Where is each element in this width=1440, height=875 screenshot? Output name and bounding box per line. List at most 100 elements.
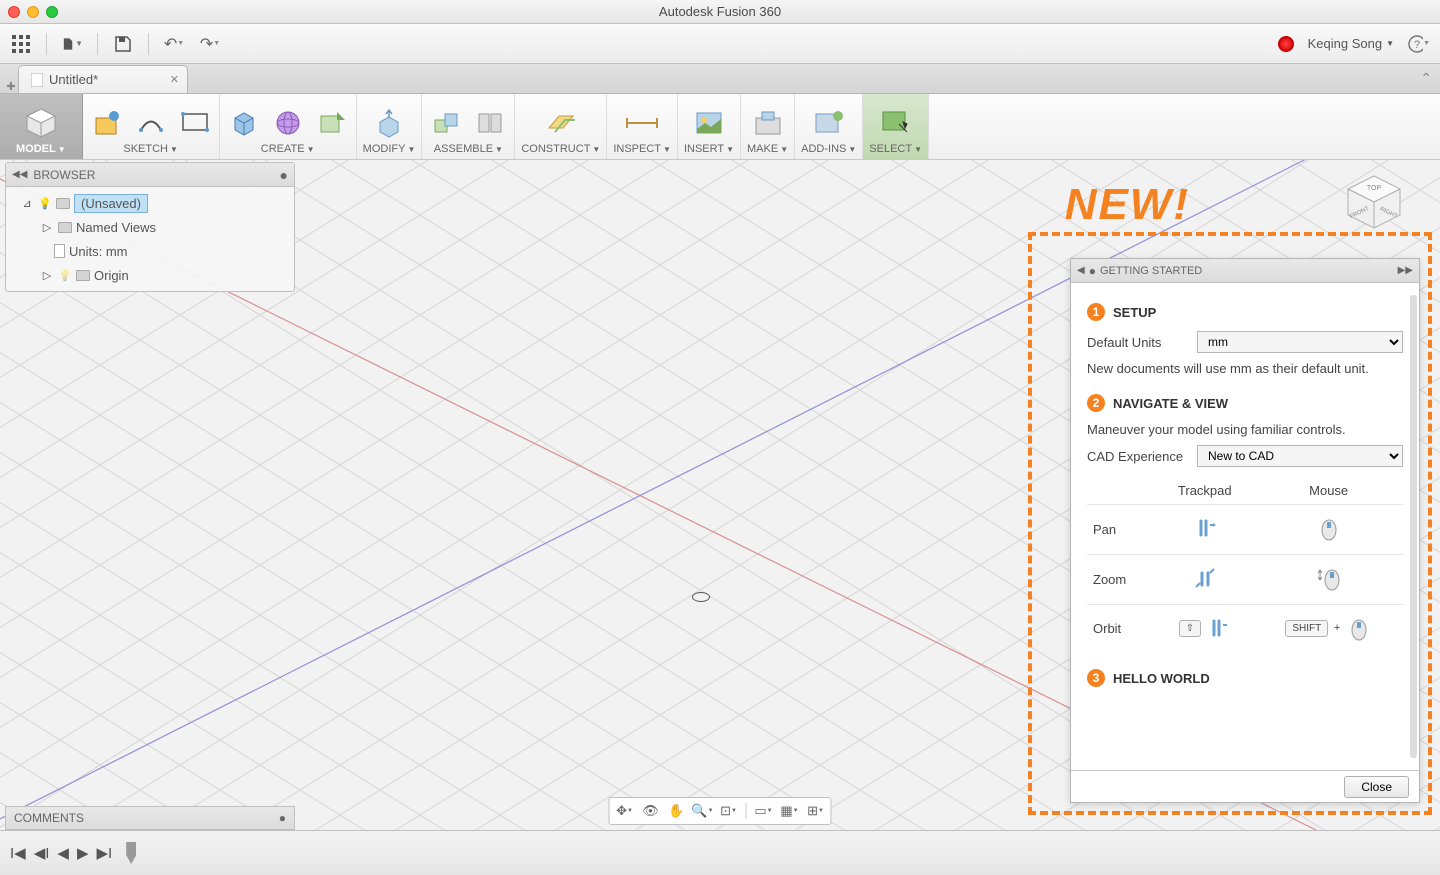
close-button[interactable]: Close [1344, 776, 1409, 798]
minimize-window-button[interactable] [27, 6, 39, 18]
visibility-bulb-icon[interactable]: 💡 [58, 268, 72, 282]
undo-icon[interactable]: ↶▼ [163, 33, 185, 55]
expand-caret-icon[interactable]: ▷ [40, 268, 54, 282]
svg-text:?: ? [1414, 39, 1420, 51]
trackpad-orbit-icon [1205, 615, 1231, 641]
model-cube-icon [21, 105, 61, 141]
comments-panel-header[interactable]: COMMENTS ● [5, 806, 295, 830]
getting-started-panel: ◀ ● GETTING STARTED ▶▶ 1 SETUP Default U… [1070, 258, 1420, 803]
record-button[interactable] [1278, 36, 1294, 52]
collapse-caret-icon[interactable]: ⊿ [20, 196, 34, 210]
svg-text:TOP: TOP [1367, 185, 1382, 192]
user-name-label: Keqing Song [1308, 36, 1382, 51]
collapse-icon[interactable]: ◀◀ [12, 169, 27, 180]
modify-pressPull-icon[interactable] [371, 105, 407, 141]
addins-scripts-icon[interactable] [811, 105, 847, 141]
col-trackpad: Trackpad [1155, 477, 1254, 505]
getting-started-header[interactable]: ◀ ● GETTING STARTED ▶▶ [1071, 259, 1419, 283]
sketch-create-icon[interactable] [89, 105, 125, 141]
browser-title: BROWSER [33, 168, 279, 182]
ribbon-label-sketch[interactable]: SKETCH▼ [123, 143, 178, 157]
maximize-window-button[interactable] [46, 6, 58, 18]
visibility-bulb-icon[interactable]: 💡 [38, 196, 52, 210]
step-badge-3: 3 [1087, 669, 1105, 687]
sketch-rect-icon[interactable] [177, 105, 213, 141]
select-icon[interactable] [878, 105, 914, 141]
row-pan-label: Pan [1087, 505, 1155, 555]
sketch-spline-icon[interactable] [133, 105, 169, 141]
viewport-layout-icon[interactable]: ⊞▼ [804, 801, 828, 821]
viewcube[interactable]: TOP FRONT RIGHT [1338, 170, 1410, 242]
grid-settings-icon[interactable]: ▦▼ [778, 801, 802, 821]
fit-icon[interactable]: ⊡▼ [717, 801, 741, 821]
timeline-marker[interactable] [126, 842, 136, 864]
ribbon-label-addins[interactable]: ADD-INS▼ [801, 143, 856, 157]
browser-options-icon[interactable]: ● [280, 167, 288, 183]
create-box-icon[interactable] [226, 105, 262, 141]
col-mouse: Mouse [1254, 477, 1403, 505]
redo-icon[interactable]: ↷▼ [199, 33, 221, 55]
expand-panel-icon[interactable]: ⌃ [1420, 70, 1432, 87]
ribbon-label-create[interactable]: CREATE▼ [261, 143, 315, 157]
create-sphere-icon[interactable] [270, 105, 306, 141]
user-menu[interactable]: Keqing Song ▼ [1308, 36, 1394, 51]
ribbon-label-make[interactable]: MAKE▼ [747, 143, 788, 157]
ribbon-label-modify[interactable]: MODIFY▼ [363, 143, 416, 157]
folder-icon [76, 270, 90, 281]
mouse-orbit-icon [1346, 615, 1372, 641]
help-icon[interactable]: ?▼ [1408, 33, 1430, 55]
tree-item-named-views[interactable]: ▷ Named Views [6, 215, 294, 239]
add-comment-icon[interactable]: ● [279, 811, 286, 825]
orbit-icon[interactable]: ✥▼ [613, 801, 637, 821]
construct-plane-icon[interactable] [543, 105, 579, 141]
collapse-icon[interactable]: ◀ [1077, 265, 1085, 276]
close-tab-icon[interactable]: ✕ [170, 73, 179, 86]
ribbon-toolbar: MODEL▼ SKETCH▼ CREATE▼ MODIFY▼ ASSEMBLE▼ [0, 94, 1440, 160]
timeline-end-icon[interactable]: ▶I [97, 844, 113, 862]
workspace-switcher[interactable]: MODEL▼ [0, 94, 83, 159]
timeline-play-back-icon[interactable]: ◀ [57, 844, 69, 862]
create-derive-icon[interactable] [314, 105, 350, 141]
assemble-contact-icon[interactable] [472, 105, 508, 141]
tree-item-origin[interactable]: ▷ 💡 Origin [6, 263, 294, 287]
new-callout-label: NEW! [1065, 180, 1190, 230]
close-window-button[interactable] [8, 6, 20, 18]
document-tabbar: ✚ Untitled* ✕ ⌃ [0, 64, 1440, 94]
tree-root[interactable]: ⊿ 💡 (Unsaved) [6, 191, 294, 215]
tree-item-units[interactable]: Units: mm [6, 239, 294, 263]
save-icon[interactable] [112, 33, 134, 55]
navigation-toolbar: ✥▼ 👁 ✋ 🔍▼ ⊡▼ ▭▼ ▦▼ ⊞▼ [609, 797, 832, 825]
ribbon-label-select[interactable]: SELECT▼ [869, 143, 922, 157]
ribbon-group-make: MAKE▼ [741, 94, 795, 159]
look-at-icon[interactable]: 👁 [639, 801, 663, 821]
document-icon [54, 244, 65, 258]
browser-header[interactable]: ◀◀ BROWSER ● [6, 163, 294, 187]
display-settings-icon[interactable]: ▭▼ [752, 801, 776, 821]
timeline-play-icon[interactable]: ▶ [77, 844, 89, 862]
ribbon-label-inspect[interactable]: INSPECT▼ [613, 143, 671, 157]
ribbon-label-assemble[interactable]: ASSEMBLE▼ [434, 143, 503, 157]
document-icon [31, 73, 43, 87]
insert-decal-icon[interactable] [691, 105, 727, 141]
inspect-measure-icon[interactable] [624, 105, 660, 141]
file-menu-icon[interactable]: ▼ [61, 33, 83, 55]
default-units-select[interactable]: mm [1197, 331, 1403, 353]
scrollbar[interactable] [1410, 295, 1417, 758]
cad-experience-select[interactable]: New to CAD [1197, 445, 1403, 467]
ribbon-label-construct[interactable]: CONSTRUCT▼ [521, 143, 600, 157]
document-tab[interactable]: Untitled* ✕ [18, 65, 188, 93]
assemble-joint-icon[interactable] [428, 105, 464, 141]
ribbon-group-construct: CONSTRUCT▼ [515, 94, 607, 159]
timeline-step-back-icon[interactable]: ◀I [34, 844, 50, 862]
step-badge-1: 1 [1087, 303, 1105, 321]
make-3dprint-icon[interactable] [750, 105, 786, 141]
pan-icon[interactable]: ✋ [665, 801, 689, 821]
new-doc-icon[interactable]: ✚ [4, 80, 18, 93]
timeline-start-icon[interactable]: I◀ [10, 844, 26, 862]
apps-grid-icon[interactable] [10, 33, 32, 55]
ribbon-label-insert[interactable]: INSERT▼ [684, 143, 734, 157]
pin-icon[interactable]: ▶▶ [1398, 265, 1413, 276]
component-icon [56, 198, 70, 209]
expand-caret-icon[interactable]: ▷ [40, 220, 54, 234]
zoom-icon[interactable]: 🔍▼ [691, 801, 715, 821]
